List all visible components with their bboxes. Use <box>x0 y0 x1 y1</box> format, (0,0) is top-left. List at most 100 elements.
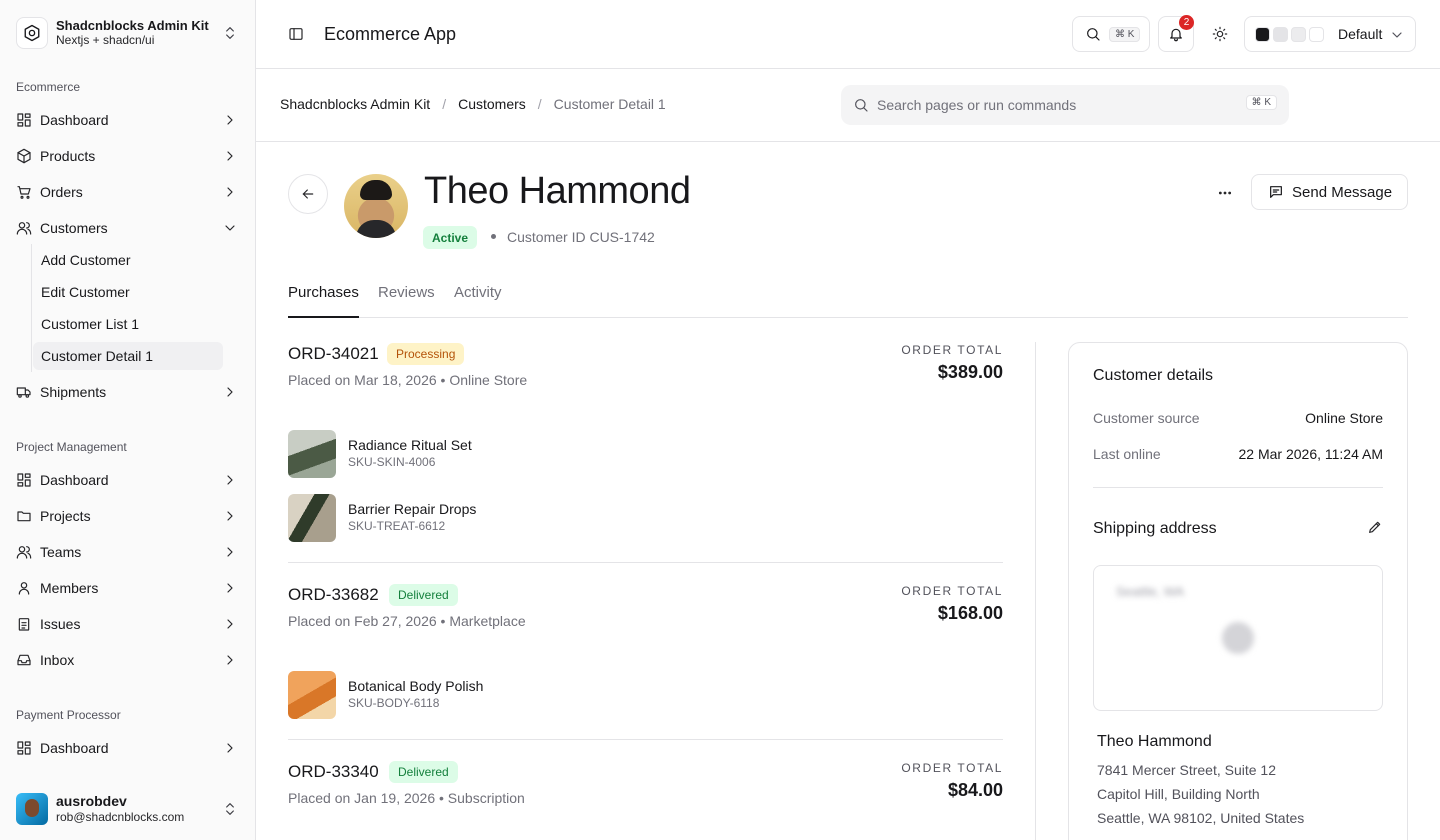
chevrons-up-down-icon <box>222 25 238 41</box>
command-search[interactable]: ⌘ K <box>841 85 1289 125</box>
brand-subtitle: Nextjs + shadcn/ui <box>56 33 155 47</box>
user-menu[interactable]: ausrobdev rob@shadcnblocks.com <box>16 792 240 826</box>
message-square-icon <box>1268 184 1284 200</box>
sidebar-item-label: Products <box>40 148 96 164</box>
order-product[interactable]: Botanical Body Polish SKU-BODY-6118 <box>288 671 483 719</box>
sidebar-item-label: Projects <box>40 508 91 524</box>
product-name: Radiance Ritual Set <box>348 437 472 453</box>
order-total-value: $84.00 <box>947 780 1003 800</box>
chevron-right-icon <box>222 652 238 668</box>
tab-list: Purchases Reviews Activity <box>288 278 1408 318</box>
user-name: ausrobdev <box>56 793 127 809</box>
order-status-badge: Delivered <box>389 584 458 606</box>
order-id[interactable]: ORD-33682 <box>288 585 379 605</box>
back-button[interactable] <box>288 174 328 214</box>
brand-title: Shadcnblocks Admin Kit <box>56 18 209 33</box>
sidebar-item-inbox[interactable]: Inbox <box>8 644 248 676</box>
sun-icon[interactable] <box>1212 26 1228 42</box>
sidebar-subitem-edit-customer[interactable]: Edit Customer <box>33 278 223 306</box>
shortcut-hint: ⌘ K <box>1109 26 1141 42</box>
order-meta: Placed on Feb 27, 2026 • Marketplace <box>288 613 526 629</box>
theme-select[interactable]: Default <box>1244 16 1416 52</box>
sidebar-item-projects[interactable]: Projects <box>8 500 248 532</box>
product-name: Barrier Repair Drops <box>348 501 477 517</box>
sidebar-toggle-icon[interactable] <box>288 26 304 42</box>
breadcrumb-separator: / <box>537 96 542 112</box>
address-line: 7841 Mercer Street, Suite 12 <box>1097 762 1276 778</box>
chevron-right-icon <box>222 112 238 128</box>
breadcrumb-current: Customer Detail 1 <box>553 96 666 112</box>
notifications-button[interactable]: 2 <box>1158 15 1194 52</box>
command-search-input[interactable] <box>877 97 1237 113</box>
sidebar-item-shipments[interactable]: Shipments <box>8 376 248 408</box>
sidebar-item-dashboard[interactable]: Dashboard <box>8 104 248 136</box>
avatar <box>16 793 48 825</box>
order-id[interactable]: ORD-34021 <box>288 344 379 364</box>
app-title: Ecommerce App <box>324 24 457 44</box>
order-product[interactable]: Radiance Ritual Set SKU-SKIN-4006 <box>288 430 472 478</box>
order-id[interactable]: ORD-33340 <box>288 762 379 782</box>
search-button[interactable]: ⌘ K <box>1072 16 1150 52</box>
chevron-right-icon <box>222 580 238 596</box>
sidebar-item-issues[interactable]: Issues <box>8 608 248 640</box>
sidebar-item-pay-dashboard[interactable]: Dashboard <box>8 732 248 764</box>
tab-purchases[interactable]: Purchases <box>288 284 359 318</box>
card-title: Customer details <box>1093 367 1214 384</box>
dashboard-icon <box>16 740 32 756</box>
chevrons-up-down-icon <box>222 801 238 817</box>
sidebar-item-products[interactable]: Products <box>8 140 248 172</box>
sidebar-subitem-add-customer[interactable]: Add Customer <box>33 246 223 274</box>
product-name: Botanical Body Polish <box>348 678 484 694</box>
shipping-title: Shipping address <box>1093 520 1217 537</box>
status-badge: Active <box>423 226 478 249</box>
chevron-right-icon <box>222 384 238 400</box>
sidebar-item-label: Dashboard <box>40 740 109 756</box>
sidebar-item-members[interactable]: Members <box>8 572 248 604</box>
sidebar-item-orders[interactable]: Orders <box>8 176 248 208</box>
address-line: Seattle, WA 98102, United States <box>1097 810 1305 826</box>
chevron-right-icon <box>222 740 238 756</box>
sidebar-item-label: Shipments <box>40 384 107 400</box>
folder-icon <box>16 508 32 524</box>
sidebar: Shadcnblocks Admin Kit Nextjs + shadcn/u… <box>0 0 256 840</box>
sidebar-item-label: Customers <box>40 220 108 236</box>
sidebar-item-pm-dashboard[interactable]: Dashboard <box>8 464 248 496</box>
topbar: Ecommerce App ⌘ K 2 Default <box>256 0 1440 69</box>
order-divider <box>288 562 1003 563</box>
breadcrumb-link-home[interactable]: Shadcnblocks Admin Kit <box>280 96 430 112</box>
arrow-left-icon <box>300 186 316 202</box>
group-label-ecommerce: Ecommerce <box>16 80 81 94</box>
product-thumbnail <box>288 494 336 542</box>
sidebar-item-customers[interactable]: Customers <box>8 212 248 244</box>
more-actions-button[interactable] <box>1209 177 1241 209</box>
order-total-label: ORDER TOTAL <box>901 343 1003 357</box>
send-message-button[interactable]: Send Message <box>1251 174 1408 210</box>
order-meta: Placed on Jan 19, 2026 • Subscription <box>288 790 525 806</box>
order-product[interactable]: Barrier Repair Drops SKU-TREAT-6612 <box>288 494 476 542</box>
tab-reviews[interactable]: Reviews <box>378 284 435 318</box>
sidebar-subitem-customer-list[interactable]: Customer List 1 <box>33 310 223 338</box>
cart-icon <box>16 184 32 200</box>
sidebar-item-teams[interactable]: Teams <box>8 536 248 568</box>
dashboard-icon <box>16 472 32 488</box>
chevron-right-icon <box>222 472 238 488</box>
theme-swatch <box>1255 26 1270 42</box>
brand-logo-icon <box>16 17 48 49</box>
sidebar-item-label: Members <box>40 580 99 596</box>
map-preview[interactable]: Seattle, WA <box>1093 565 1383 711</box>
notification-count: 2 <box>1179 15 1194 30</box>
sidebar-subitem-customer-detail[interactable]: Customer Detail 1 <box>33 342 223 370</box>
theme-swatch <box>1273 26 1288 42</box>
pencil-icon[interactable] <box>1367 519 1383 535</box>
customer-name: Theo Hammond <box>424 170 691 212</box>
chevron-right-icon <box>222 508 238 524</box>
breadcrumb-link-customers[interactable]: Customers <box>458 96 526 112</box>
last-online-value: 22 Mar 2026, 11:24 AM <box>1238 446 1384 462</box>
users-icon <box>16 220 32 236</box>
sidebar-item-label: Dashboard <box>40 472 109 488</box>
product-thumbnail <box>288 671 336 719</box>
tab-activity[interactable]: Activity <box>454 284 502 318</box>
product-sku: SKU-SKIN-4006 <box>348 455 436 469</box>
address-name: Theo Hammond <box>1097 733 1212 750</box>
workspace-switcher[interactable]: Shadcnblocks Admin Kit Nextjs + shadcn/u… <box>16 16 240 50</box>
